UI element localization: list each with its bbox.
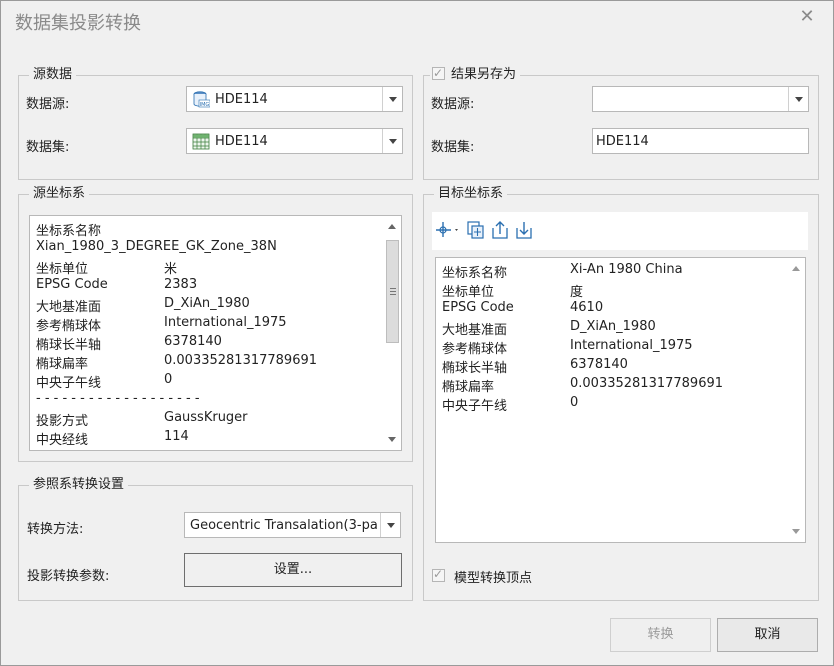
source-cs-scrollbar[interactable] — [384, 216, 401, 450]
chevron-down-icon[interactable] — [380, 513, 400, 537]
grid-dataset-icon — [192, 133, 210, 150]
result-dataset-label: 数据集: — [431, 140, 475, 155]
row-value: 0.00335281317789691 — [164, 353, 318, 368]
row-key: 大地基准面 — [36, 300, 102, 315]
target-cs-scrollbar[interactable] — [788, 258, 805, 542]
row-key: 椭球扁率 — [36, 357, 89, 372]
projection-param-label: 投影转换参数: — [27, 569, 110, 584]
row-key: 坐标系名称 — [442, 266, 508, 281]
result-dataset-input[interactable]: HDE114 — [592, 128, 809, 154]
row-key: 中央经线 — [36, 433, 89, 448]
source-datasource-label: 数据源: — [26, 97, 70, 112]
row-value: 0 — [164, 372, 173, 387]
grip-icon — [390, 288, 396, 289]
result-save-label: 结果另存为 — [451, 67, 517, 82]
model-vertex-label: 模型转换顶点 — [454, 571, 533, 586]
target-cs-group: 目标坐标系 坐标系名称 Xi-An 1980 China 坐标单位 度 EPSG… — [423, 186, 819, 601]
source-datasource-value: HDE114 — [215, 92, 268, 107]
row-key: 中央子午线 — [36, 376, 102, 391]
row-value: 6378140 — [570, 357, 628, 372]
chevron-down-icon[interactable] — [788, 87, 808, 111]
target-cs-toolbar — [432, 212, 808, 250]
row-key: 坐标单位 — [442, 285, 495, 300]
row-value: D_XiAn_1980 — [570, 319, 656, 334]
source-dataset-label: 数据集: — [26, 140, 70, 155]
scroll-up-icon[interactable] — [792, 266, 800, 271]
chevron-down-icon[interactable] — [382, 129, 402, 153]
transform-method-label: 转换方法: — [27, 522, 84, 537]
separator-text: - - - - - - - - - - - - - - - - - - - — [36, 391, 200, 406]
row-value: International_1975 — [570, 338, 693, 353]
result-save-legend: 结果另存为 — [430, 65, 521, 83]
model-vertex-checkbox[interactable] — [432, 567, 445, 582]
source-data-group: 源数据 数据源: IMG HDE114 数据集: HDE114 — [18, 67, 413, 180]
row-key: 中央子午线 — [442, 399, 508, 414]
row-key: 坐标系名称 — [36, 224, 102, 239]
row-key: 参考椭球体 — [442, 342, 508, 357]
source-cs-legend: 源坐标系 — [29, 186, 90, 202]
result-save-checkbox[interactable] — [432, 65, 445, 81]
row-key: 椭球长半轴 — [36, 338, 102, 353]
dialog-title: 数据集投影转换 — [15, 13, 141, 34]
chevron-down-icon[interactable] — [382, 87, 402, 111]
row-value: 114 — [164, 429, 189, 444]
result-datasource-label: 数据源: — [431, 97, 475, 112]
row-value: Xian_1980_3_DEGREE_GK_Zone_38N — [36, 239, 277, 254]
source-cs-info-list: 坐标系名称 Xian_1980_3_DEGREE_GK_Zone_38N 坐标单… — [29, 215, 402, 451]
row-key: 坐标单位 — [36, 262, 89, 277]
projection-transform-dialog: 数据集投影转换 ✕ 源数据 数据源: IMG HDE114 数据集: HDE11… — [0, 0, 834, 666]
row-key: 椭球长半轴 — [442, 361, 508, 376]
import-icon[interactable] — [514, 220, 534, 240]
row-value: 4610 — [570, 300, 604, 315]
row-value: GaussKruger — [164, 410, 248, 425]
row-value: D_XiAn_1980 — [164, 296, 250, 311]
source-datasource-combo[interactable]: IMG HDE114 — [186, 86, 403, 112]
transform-settings-group: 参照系转换设置 转换方法: Geocentric Transalation(3-… — [18, 477, 413, 601]
source-dataset-combo[interactable]: HDE114 — [186, 128, 403, 154]
result-save-group: 结果另存为 数据源: 数据集: HDE114 — [423, 65, 819, 180]
export-icon[interactable] — [490, 220, 510, 240]
transform-method-combo[interactable]: Geocentric Transalation(3-para — [184, 512, 401, 538]
row-value: 度 — [570, 285, 584, 300]
settings-button[interactable]: 设置... — [184, 553, 402, 587]
row-value: 米 — [164, 262, 178, 277]
row-value: 0 — [570, 395, 579, 410]
row-key: 参考椭球体 — [36, 319, 102, 334]
target-cs-legend: 目标坐标系 — [434, 186, 508, 202]
transform-method-value: Geocentric Transalation(3-para — [190, 518, 378, 533]
coordinate-system-dropdown-icon[interactable] — [434, 220, 460, 240]
convert-button[interactable]: 转换 — [610, 618, 711, 652]
copy-coordinate-icon[interactable] — [466, 220, 486, 240]
row-key: EPSG Code — [36, 277, 108, 292]
scroll-down-icon[interactable] — [792, 529, 800, 534]
source-data-legend: 源数据 — [29, 67, 77, 83]
row-key: 投影方式 — [36, 414, 89, 429]
grip-icon — [390, 294, 396, 295]
scroll-thumb[interactable] — [386, 240, 399, 343]
grip-icon — [390, 291, 396, 292]
target-cs-info-list: 坐标系名称 Xi-An 1980 China 坐标单位 度 EPSG Code 461… — [435, 257, 806, 543]
row-value: 6378140 — [164, 334, 222, 349]
row-value: 2383 — [164, 277, 198, 292]
source-cs-group: 源坐标系 坐标系名称 Xian_1980_3_DEGREE_GK_Zone_38… — [18, 186, 413, 462]
row-value: Xi-An 1980 China — [570, 262, 683, 277]
transform-settings-legend: 参照系转换设置 — [29, 477, 129, 493]
scroll-up-icon[interactable] — [388, 224, 396, 229]
row-key: 椭球扁率 — [442, 380, 495, 395]
row-value: 0.00335281317789691 — [570, 376, 724, 391]
close-icon[interactable]: ✕ — [797, 7, 817, 27]
row-key: EPSG Code — [442, 300, 514, 315]
scroll-down-icon[interactable] — [388, 437, 396, 442]
row-key: 大地基准面 — [442, 323, 508, 338]
database-icon: IMG — [193, 91, 210, 108]
row-value: International_1975 — [164, 315, 287, 330]
result-datasource-combo[interactable] — [592, 86, 809, 112]
svg-text:IMG: IMG — [200, 102, 210, 108]
source-dataset-value: HDE114 — [215, 134, 268, 149]
cancel-button[interactable]: 取消 — [717, 618, 818, 652]
